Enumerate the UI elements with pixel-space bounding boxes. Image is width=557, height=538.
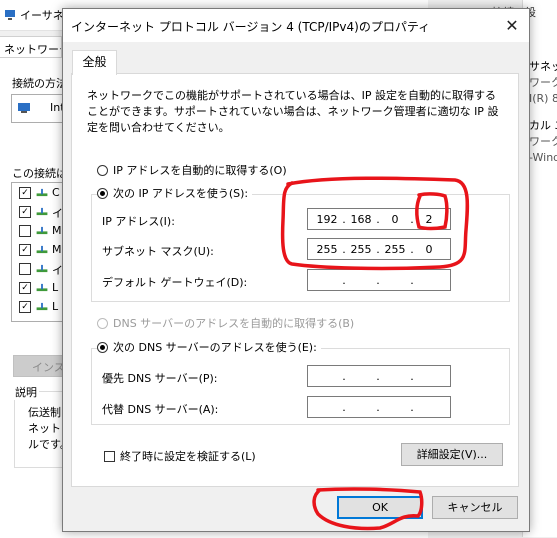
default-gateway-input[interactable]: . . . — [307, 269, 451, 291]
list-item-checkbox[interactable]: ✓ — [19, 187, 31, 199]
network-component-icon — [36, 283, 48, 292]
subnet-octet-4: 0 — [425, 243, 433, 256]
ipv4-properties-dialog: インターネット プロトコル バージョン 4 (TCP/IPv4)のプロパティ ✕… — [62, 8, 530, 532]
dialog-title: インターネット プロトコル バージョン 4 (TCP/IPv4)のプロパティ — [71, 20, 431, 34]
preferred-dns-input[interactable]: . . . — [307, 365, 451, 387]
adapter-icon — [18, 103, 30, 113]
ip-address-input[interactable]: 192 . 168 . 0 . 2 — [307, 208, 451, 230]
ip-octet-1: 192 — [316, 213, 338, 226]
connect-using-label: 接続の方法 — [12, 77, 62, 90]
network-component-icon — [36, 264, 48, 273]
radio-dns-manual-circle[interactable] — [97, 341, 108, 353]
radio-dns-auto-circle[interactable] — [97, 317, 108, 329]
connection-items-label: この接続は — [12, 167, 62, 180]
gateway-dot-1: . — [342, 274, 346, 287]
network-component-icon — [36, 245, 48, 254]
network-component-icon — [36, 188, 48, 197]
ip-octet-3: 0 — [391, 213, 399, 226]
radio-ip-auto-label: IP アドレスを自動的に取得する(O) — [113, 164, 287, 177]
right-line-6: -Wind — [529, 151, 557, 164]
radio-ip-auto[interactable]: IP アドレスを自動的に取得する(O) — [97, 162, 287, 178]
tab-networking[interactable]: ネットワーク — [0, 36, 62, 58]
alternate-dns-dot-1: . — [342, 401, 346, 414]
network-component-icon — [36, 207, 48, 216]
dialog-description: ネットワークでこの機能がサポートされている場合は、IP 設定を自動的に取得するこ… — [87, 89, 499, 134]
cancel-button[interactable]: キャンセル — [432, 496, 518, 519]
right-line-3: I(R) 82 — [529, 92, 557, 105]
subnet-octet-3: 255 — [384, 243, 406, 256]
adapter-box: Int — [11, 94, 65, 123]
list-item-checkbox[interactable] — [19, 263, 31, 275]
right-line-1: サネット — [529, 60, 557, 73]
close-icon[interactable]: ✕ — [501, 15, 523, 37]
preferred-dns-dot-1: . — [342, 370, 346, 383]
ok-button[interactable]: OK — [337, 496, 423, 519]
list-item-checkbox[interactable]: ✓ — [19, 206, 31, 218]
validate-on-exit-checkbox[interactable]: 終了時に設定を検証する(L) — [104, 448, 256, 464]
radio-ip-manual-circle[interactable] — [97, 187, 108, 199]
alternate-dns-input[interactable]: . . . — [307, 396, 451, 418]
preferred-dns-label: 優先 DNS サーバー(P): — [102, 372, 218, 385]
network-component-icon — [36, 302, 48, 311]
validate-on-exit-box[interactable] — [104, 450, 115, 462]
alternate-dns-dot-3: . — [410, 401, 414, 414]
radio-ip-manual-label: 次の IP アドレスを使う(S): — [113, 187, 249, 200]
network-component-icon — [36, 226, 48, 235]
dialog-titlebar: インターネット プロトコル バージョン 4 (TCP/IPv4)のプロパティ ✕ — [63, 9, 529, 42]
radio-dns-auto-label: DNS サーバーのアドレスを自動的に取得する(B) — [113, 317, 355, 330]
advanced-button[interactable]: 詳細設定(V)... — [401, 443, 503, 466]
subnet-mask-label: サブネット マスク(U): — [102, 245, 214, 258]
list-item-checkbox[interactable]: ✓ — [19, 301, 31, 313]
preferred-dns-dot-2: . — [376, 370, 380, 383]
list-item-checkbox[interactable] — [19, 225, 31, 237]
list-item-checkbox[interactable]: ✓ — [19, 282, 31, 294]
radio-dns-auto[interactable]: DNS サーバーのアドレスを自動的に取得する(B) — [97, 315, 354, 331]
subnet-mask-input[interactable]: 255 . 255 . 255 . 0 — [307, 238, 451, 260]
alternate-dns-label: 代替 DNS サーバー(A): — [102, 403, 219, 416]
ip-octet-4: 2 — [425, 213, 433, 226]
subnet-octet-1: 255 — [316, 243, 338, 256]
ip-address-label: IP アドレス(I): — [102, 215, 175, 228]
right-line-5: ワーク — [529, 135, 557, 148]
subnet-octet-2: 255 — [350, 243, 372, 256]
gateway-dot-3: . — [410, 274, 414, 287]
radio-dns-manual[interactable]: 次の DNS サーバーのアドレスを使う(E): — [97, 339, 321, 355]
radio-ip-auto-circle[interactable] — [97, 164, 108, 176]
radio-ip-manual[interactable]: 次の IP アドレスを使う(S): — [97, 185, 253, 201]
alternate-dns-dot-2: . — [376, 401, 380, 414]
connection-items-list[interactable]: ✓ C ✓ イ M ✓ M イ ✓ L ✓ L — [11, 182, 65, 322]
right-line-4: カル エリ — [529, 119, 557, 132]
tab-general[interactable]: 全般 — [72, 50, 117, 75]
network-icon — [5, 10, 15, 20]
general-tab-panel: ネットワークでこの機能がサポートされている場合は、IP 設定を自動的に取得するこ… — [71, 73, 519, 487]
right-line-2: ワーク — [529, 76, 557, 89]
ip-octet-2: 168 — [350, 213, 372, 226]
validate-on-exit-label: 終了時に設定を検証する(L) — [120, 450, 256, 463]
gateway-dot-2: . — [376, 274, 380, 287]
list-item-checkbox[interactable]: ✓ — [19, 244, 31, 256]
description-label: 説明 — [13, 384, 39, 400]
preferred-dns-dot-3: . — [410, 370, 414, 383]
default-gateway-label: デフォルト ゲートウェイ(D): — [102, 276, 248, 289]
radio-dns-manual-label: 次の DNS サーバーのアドレスを使う(E): — [113, 341, 317, 354]
